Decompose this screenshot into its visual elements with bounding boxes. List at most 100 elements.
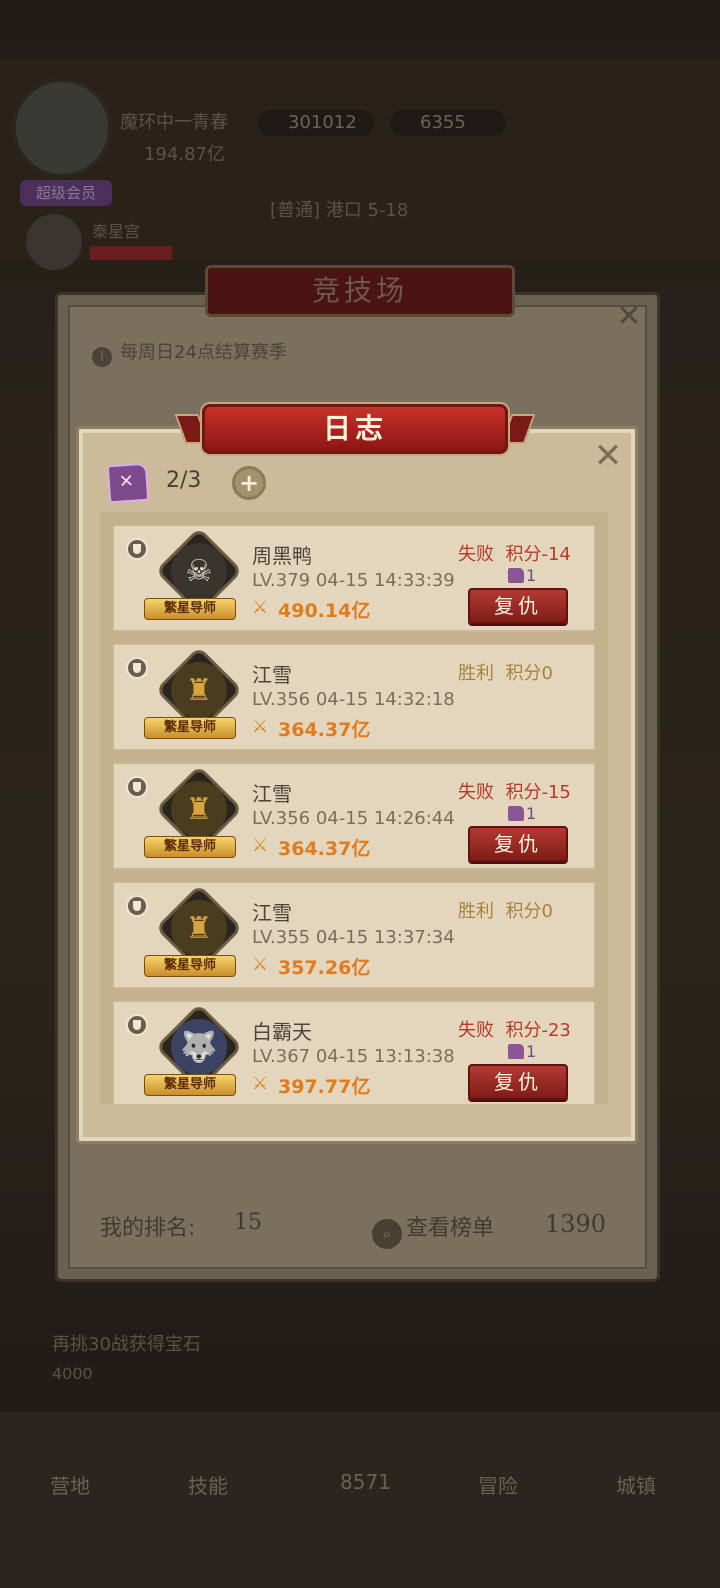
ticket-icon: [508, 806, 524, 821]
log-entry: 🐺 繁星导师 白霸天 LV.367 04-15 13:13:38 ⚔ 397.7…: [112, 1000, 596, 1104]
hooded-figure-icon: ♜: [171, 662, 227, 718]
opponent-power: 364.37亿: [278, 719, 371, 741]
my-rank-label: 我的排名:: [100, 1216, 196, 1241]
title-badge: 繁星导师: [144, 598, 236, 620]
points-change: 积分-23: [505, 1020, 571, 1041]
points-change: 积分0: [505, 901, 553, 922]
log-entry: ♜ 繁星导师 江雪 LV.356 04-15 14:32:18 ⚔ 364.37…: [112, 643, 596, 751]
arena-rank-row: 我的排名: 15 ⌕ 查看榜单 1390: [100, 1210, 620, 1249]
opponent-power: 357.26亿: [278, 957, 371, 979]
view-leaderboard-label: 查看榜单: [406, 1216, 495, 1241]
shield-icon: [126, 538, 148, 560]
log-title-banner: 日志: [174, 404, 536, 458]
opponent-name: 白霸天: [252, 1020, 312, 1044]
companion-hp-bar: [90, 246, 172, 260]
result-text: 失败 积分-23: [458, 1016, 571, 1042]
add-ticket-button[interactable]: +: [232, 466, 266, 500]
crossed-swords-icon: ⚔: [252, 835, 269, 856]
opponent-power: 397.77亿: [278, 1076, 371, 1098]
hooded-figure-icon: ♜: [171, 900, 227, 956]
result-label: 失败: [458, 544, 494, 565]
crossed-swords-icon: ⚔: [252, 597, 269, 618]
opponent-level-time: LV.356 04-15 14:26:44: [252, 808, 455, 829]
title-badge: 繁星导师: [144, 836, 236, 858]
log-entry: ♜ 繁星导师 江雪 LV.355 04-15 13:37:34 ⚔ 357.26…: [112, 881, 596, 989]
log-entry: ♜ 繁星导师 江雪 LV.356 04-15 14:26:44 ⚔ 364.37…: [112, 762, 596, 870]
nav-town[interactable]: 城镇: [616, 1470, 656, 1499]
bottom-nav: [0, 1412, 720, 1588]
opponent-level-time: LV.356 04-15 14:32:18: [252, 689, 455, 710]
nav-camp[interactable]: 营地: [50, 1470, 90, 1499]
result-label: 失败: [458, 1020, 494, 1041]
hooded-figure-icon: ♜: [171, 781, 227, 837]
bottom-resource-label: 再挑30战获得宝石: [52, 1334, 201, 1355]
opponent-name: 江雪: [252, 901, 292, 925]
result-label: 胜利: [458, 663, 494, 684]
nav-center[interactable]: 8571: [340, 1470, 391, 1494]
ticket-gain-value: 1: [526, 1042, 537, 1061]
vip-badge: 超级会员: [20, 180, 112, 206]
ticket-icon: [508, 568, 524, 583]
log-title: 日志: [322, 412, 387, 445]
arena-close-icon[interactable]: ✕: [614, 302, 644, 332]
player-avatar: [12, 78, 112, 178]
result-label: 胜利: [458, 901, 494, 922]
revenge-button[interactable]: 复仇: [468, 1064, 568, 1100]
title-badge: 繁星导师: [144, 717, 236, 739]
ticket-count: 2/3: [166, 468, 202, 493]
opponent-level-time: LV.379 04-15 14:33:39: [252, 570, 455, 591]
result-label: 失败: [458, 782, 494, 803]
coin-counter: 6355: [390, 110, 506, 136]
opponent-name: 江雪: [252, 782, 292, 806]
companion-name: 泰星宫: [92, 222, 141, 241]
player-name: 魔环中一青春: [120, 112, 228, 133]
log-entry: ☠ 繁星导师 周黑鸭 LV.379 04-15 14:33:39 ⚔ 490.1…: [112, 524, 596, 632]
result-text: 胜利 积分0: [458, 897, 553, 923]
shield-icon: [126, 1014, 148, 1036]
player-power: 194.87亿: [144, 144, 225, 165]
wolf-icon: 🐺: [171, 1019, 227, 1075]
revenge-button[interactable]: 复仇: [468, 588, 568, 624]
log-close-icon[interactable]: ✕: [592, 439, 624, 473]
points-change: 积分-15: [505, 782, 571, 803]
arena-score: 1390: [545, 1210, 607, 1238]
skull-icon: ☠: [171, 543, 227, 599]
ticket-gain-value: 1: [526, 566, 537, 585]
opponent-power: 364.37亿: [278, 838, 371, 860]
log-list[interactable]: ☠ 繁星导师 周黑鸭 LV.379 04-15 14:33:39 ⚔ 490.1…: [100, 512, 608, 1104]
info-icon: i: [92, 347, 112, 367]
points-change: 积分-14: [505, 544, 571, 565]
crossed-swords-icon: ⚔: [252, 954, 269, 975]
title-badge: 繁星导师: [144, 955, 236, 977]
gem-counter: 301012: [258, 110, 374, 136]
arena-notice-text: 每周日24点结算赛季: [120, 342, 287, 363]
nav-adventure[interactable]: 冒险: [478, 1470, 518, 1499]
arena-notice: i 每周日24点结算赛季: [92, 338, 287, 367]
view-leaderboard-button[interactable]: ⌕ 查看榜单: [372, 1210, 494, 1249]
title-badge: 繁星导师: [144, 1074, 236, 1096]
nav-skills[interactable]: 技能: [188, 1470, 228, 1499]
shield-icon: [126, 657, 148, 679]
crossed-swords-icon: ⚔: [252, 716, 269, 737]
arena-title: 竞技场: [311, 274, 408, 307]
shield-icon: [126, 776, 148, 798]
stage-label: [普通] 港口 5-18: [270, 200, 409, 221]
opponent-level-time: LV.355 04-15 13:37:34: [252, 927, 455, 948]
opponent-name: 江雪: [252, 663, 292, 687]
companion-avatar: [26, 214, 82, 270]
opponent-level-time: LV.367 04-15 13:13:38: [252, 1046, 455, 1067]
challenge-ticket-icon: [106, 462, 150, 504]
points-change: 积分0: [505, 663, 553, 684]
shield-icon: [126, 895, 148, 917]
opponent-power: 490.14亿: [278, 600, 371, 622]
result-text: 失败 积分-15: [458, 778, 571, 804]
result-text: 胜利 积分0: [458, 659, 553, 685]
ticket-icon: [508, 1044, 524, 1059]
bottom-resource-amount: 4000: [52, 1364, 93, 1383]
my-rank-value: 15: [234, 1210, 262, 1235]
magnifier-icon: ⌕: [372, 1219, 402, 1249]
crossed-swords-icon: ⚔: [252, 1073, 269, 1094]
revenge-button[interactable]: 复仇: [468, 826, 568, 862]
result-text: 失败 积分-14: [458, 540, 571, 566]
opponent-name: 周黑鸭: [252, 544, 312, 568]
